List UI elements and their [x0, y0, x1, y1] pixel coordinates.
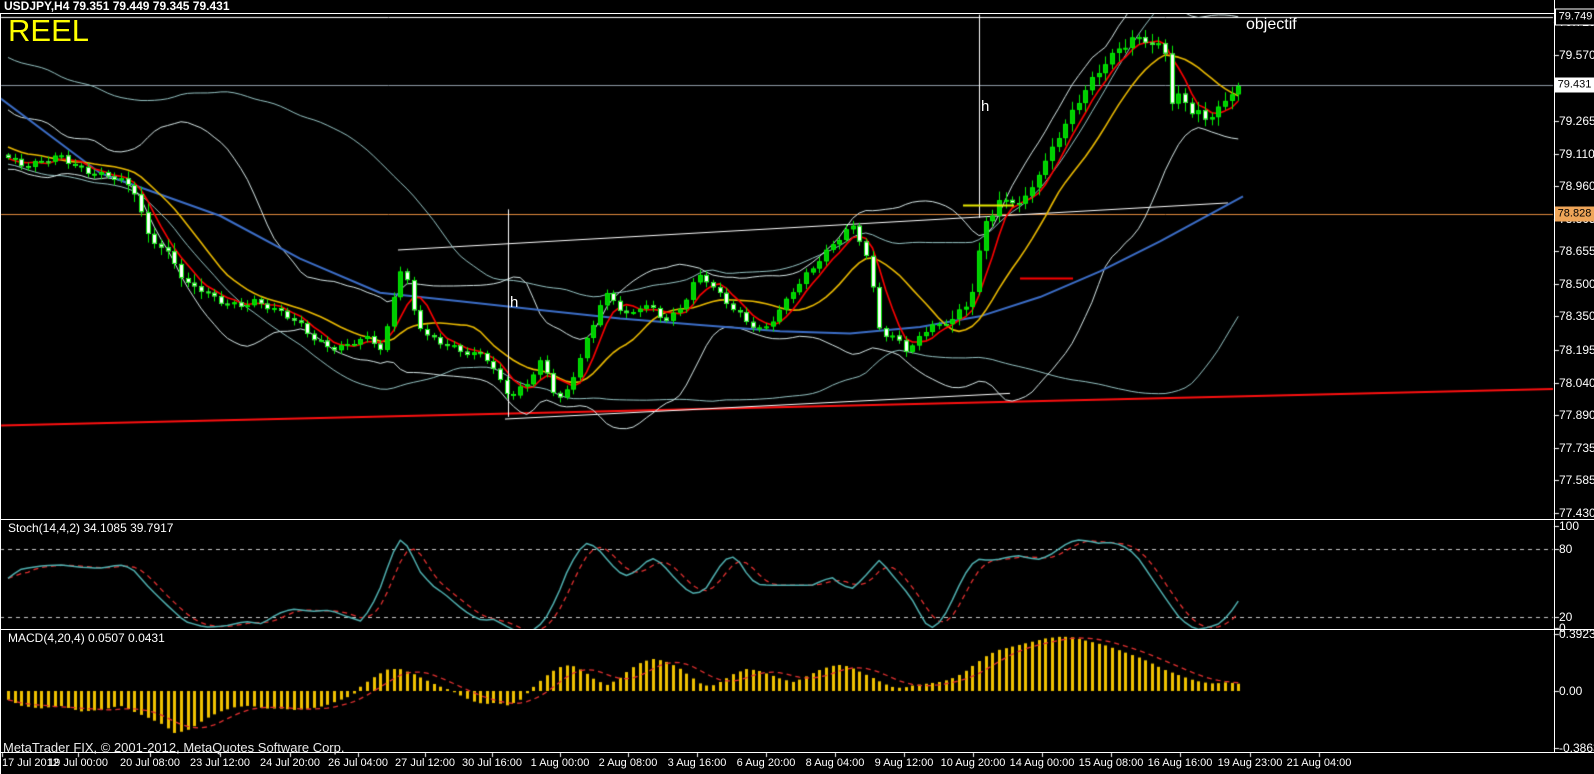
time-axis-label: 20 Jul 08:00 [120, 757, 180, 769]
watermark-text: REEL [8, 13, 89, 48]
price-axis-label: 79.265 [1559, 113, 1594, 128]
time-axis-label: 24 Jul 20:00 [260, 757, 320, 769]
time-axis-label: 2 Aug 08:00 [598, 757, 658, 769]
time-axis-label: 26 Jul 04:00 [328, 757, 388, 769]
chart-title-ohlc: USDJPY,H4 79.351 79.449 79.345 79.431 [4, 0, 230, 13]
measure-label-2[interactable]: h [981, 98, 989, 115]
stoch-panel-separator [0, 519, 1594, 520]
price-axis-label: 79.110 [1559, 146, 1594, 161]
objective-annotation[interactable]: objectif [1246, 16, 1297, 34]
price-axis-label: 78.655 [1559, 244, 1594, 259]
price-axis-label: 78.960 [1559, 178, 1594, 193]
time-axis-label: 23 Jul 12:00 [190, 757, 250, 769]
time-axis-label: 21 Aug 04:00 [1286, 757, 1352, 769]
macd-indicator-label: MACD(4,20,4) 0.0507 0.0431 [8, 631, 165, 645]
price-axis-label: 78.350 [1559, 309, 1594, 324]
time-axis-label: 15 Aug 08:00 [1078, 757, 1144, 769]
measure-label-1[interactable]: h [510, 294, 518, 311]
macd-axis-label: 0.3923 [1559, 626, 1594, 641]
time-axis-label: 19 Aug 23:00 [1217, 757, 1283, 769]
macd-axis-label: 0.00 [1559, 684, 1583, 698]
macd-panel-separator [0, 629, 1594, 630]
stoch-indicator-label: Stoch(14,4,2) 34.1085 39.7917 [8, 521, 174, 535]
price-axis-marker-current: 79.431 [1555, 77, 1594, 93]
price-axis-marker-orange: 78.828 [1555, 206, 1594, 222]
price-axis-label: 77.890 [1559, 407, 1594, 422]
price-chart-canvas[interactable] [0, 0, 1594, 774]
time-axis-label: 8 Aug 04:00 [805, 757, 865, 769]
stoch-axis-label: 80 [1559, 542, 1573, 556]
macd-axis-label: -0.3863 [1559, 740, 1594, 755]
price-axis-label: 77.585 [1559, 473, 1594, 488]
price-axis-label: 78.040 [1559, 375, 1594, 390]
price-axis-separator [1554, 0, 1555, 752]
copyright-text: MetaTrader FIX, © 2001-2012, MetaQuotes … [3, 740, 345, 755]
price-axis-label: 77.430 [1559, 506, 1594, 521]
time-axis-label: 30 Jul 16:00 [462, 757, 522, 769]
time-axis-label: 27 Jul 12:00 [395, 757, 455, 769]
price-axis-label: 77.735 [1559, 440, 1594, 455]
time-axis-label: 9 Aug 12:00 [874, 757, 934, 769]
time-axis-label: 19 Jul 00:00 [48, 757, 108, 769]
time-axis-label: 14 Aug 00:00 [1009, 757, 1075, 769]
time-axis-label: 10 Aug 20:00 [940, 757, 1006, 769]
price-axis-label: 79.570 [1559, 48, 1594, 63]
time-axis-label: 16 Aug 16:00 [1147, 757, 1213, 769]
price-axis-marker-outline: 79.749 [1555, 8, 1594, 26]
window-left-border [0, 13, 1, 774]
time-axis-label: 3 Aug 16:00 [667, 757, 727, 769]
price-axis-label: 78.500 [1559, 277, 1594, 292]
mt4-chart-window: USDJPY,H4 79.351 79.449 79.345 79.431 RE… [0, 0, 1594, 774]
title-separator [0, 13, 1594, 14]
time-axis-label: 6 Aug 20:00 [736, 757, 796, 769]
price-axis-label: 78.195 [1559, 342, 1594, 357]
time-axis-label: 1 Aug 00:00 [530, 757, 590, 769]
stoch-axis-label: 100 [1559, 519, 1580, 534]
